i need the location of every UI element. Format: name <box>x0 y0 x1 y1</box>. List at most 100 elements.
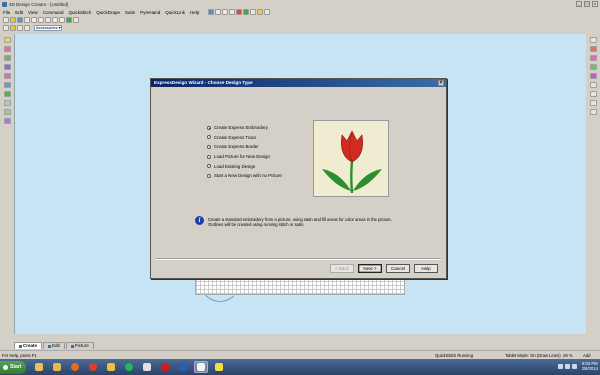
satin-tool-icon[interactable] <box>3 55 11 61</box>
taskbar-acrobat-icon[interactable] <box>158 361 172 373</box>
minimize-button[interactable]: _ <box>576 1 582 7</box>
radio-express-border[interactable] <box>207 144 211 149</box>
option-load-picture[interactable]: Load Picture for New Design <box>207 152 282 162</box>
color-d-icon[interactable] <box>589 64 597 70</box>
tray-flag-icon[interactable] <box>571 363 577 369</box>
save-icon[interactable] <box>17 17 23 23</box>
menu-satin[interactable]: Satin <box>125 10 135 15</box>
redo-icon[interactable] <box>59 17 65 23</box>
menu-command[interactable]: Command <box>43 10 64 15</box>
radio-load-existing[interactable] <box>207 164 211 169</box>
color-g-icon[interactable] <box>589 91 597 97</box>
copy-icon[interactable] <box>38 17 44 23</box>
grid-tool-icon[interactable] <box>215 9 222 15</box>
option-express-trace[interactable]: Create Express Trace <box>207 133 282 143</box>
create-tab-icon <box>19 344 22 348</box>
color-a-icon[interactable] <box>589 37 597 43</box>
trace-tool-icon[interactable] <box>3 91 11 97</box>
tab-picture[interactable]: Picture <box>65 342 94 349</box>
cancel-button[interactable]: Cancel <box>386 264 410 273</box>
option-express-border[interactable]: Create Express Border <box>207 142 282 152</box>
color-b-icon[interactable] <box>589 46 597 52</box>
radio-express-embroidery[interactable] <box>207 125 211 130</box>
line-tool-icon[interactable] <box>3 64 11 70</box>
view-tool-icon[interactable] <box>250 9 257 15</box>
shape-tool-icon[interactable] <box>3 73 11 79</box>
tray-network-icon[interactable] <box>557 363 563 369</box>
motif-tool-icon[interactable] <box>3 100 11 106</box>
go-tool-icon[interactable] <box>243 9 250 15</box>
pencil-tool-icon[interactable] <box>3 37 11 43</box>
taskbar-app-icon[interactable] <box>140 361 154 373</box>
color-h-icon[interactable] <box>589 100 597 106</box>
undo-icon[interactable] <box>52 17 58 23</box>
radio-no-picture[interactable] <box>207 173 211 178</box>
help-button[interactable]: Help <box>414 264 438 273</box>
menu-quickstitch[interactable]: QuickStitch <box>68 10 91 15</box>
option-no-picture[interactable]: Start a New Design with no Picture <box>207 171 282 181</box>
taskbar-firefox-icon[interactable] <box>68 361 82 373</box>
dialog-close-icon[interactable]: × <box>438 80 444 86</box>
stitch-tool-icon[interactable] <box>264 9 271 15</box>
background-icon[interactable] <box>24 25 30 31</box>
menu-help[interactable]: Help <box>190 10 199 15</box>
tab-edit[interactable]: Edit <box>43 342 65 349</box>
help-icon[interactable] <box>73 17 79 23</box>
taskbar-chrome-icon[interactable] <box>86 361 100 373</box>
menu-edit[interactable]: Edit <box>15 10 23 15</box>
menu-view[interactable]: View <box>28 10 38 15</box>
radio-load-picture[interactable] <box>207 154 211 159</box>
taskbar-explorer-icon[interactable] <box>50 361 64 373</box>
start-button[interactable]: Start <box>0 360 26 374</box>
next-button[interactable]: Next > <box>358 264 382 273</box>
back-button[interactable]: < Back <box>330 264 354 273</box>
info-icon: i <box>195 216 204 225</box>
taskbar-media-icon[interactable] <box>32 361 46 373</box>
menu-quickdrape[interactable]: QuickDrape <box>96 10 120 15</box>
maximize-button[interactable]: □ <box>584 1 590 7</box>
taskbar-folder-icon[interactable] <box>104 361 118 373</box>
color-tool-icon[interactable] <box>257 9 264 15</box>
taskbar-word-icon[interactable] <box>176 361 190 373</box>
applique-tool-icon[interactable] <box>3 109 11 115</box>
taskbar-clock[interactable]: 8:04 PM 2/8/2014 <box>582 361 598 371</box>
lettering-tool-icon[interactable] <box>3 82 11 88</box>
realistic-view-icon[interactable] <box>17 25 23 31</box>
print-icon[interactable] <box>24 17 30 23</box>
wizard-icon[interactable] <box>10 25 16 31</box>
option-load-existing[interactable]: Load Existing Design <box>207 161 282 171</box>
tab-create[interactable]: Create <box>14 342 43 349</box>
menu-quicklink[interactable]: QuickLink <box>165 10 185 15</box>
option-label: Start a New Design with no Picture <box>214 173 282 179</box>
pan-tool-icon[interactable] <box>229 9 236 15</box>
tab-edit-label: Edit <box>52 343 60 348</box>
zoom-tool-icon[interactable] <box>222 9 229 15</box>
fill-tool-icon[interactable] <box>3 46 11 52</box>
menu-pyrehand[interactable]: PyreHand <box>140 10 160 15</box>
border-tool-icon[interactable] <box>3 118 11 124</box>
stop-tool-icon[interactable] <box>236 9 243 15</box>
open-folder-icon[interactable] <box>10 17 16 23</box>
app-titlebar: 4D Design Creator - [Untitled] _ □ × <box>0 0 600 8</box>
status-help: For Help, press F1 <box>2 352 37 358</box>
select-tool-icon[interactable] <box>208 9 215 15</box>
tray-volume-icon[interactable] <box>564 363 570 369</box>
design-player-icon[interactable] <box>66 17 72 23</box>
option-express-embroidery[interactable]: Create Express Embroidery <box>207 123 282 133</box>
close-window-button[interactable]: × <box>592 1 598 7</box>
left-toolbox <box>0 34 14 334</box>
taskbar-4d-design-icon[interactable] <box>194 361 208 373</box>
color-i-icon[interactable] <box>589 109 597 115</box>
new-file-icon[interactable] <box>3 17 9 23</box>
accessories-dropdown[interactable]: Accessories ▾ <box>34 25 62 31</box>
color-c-icon[interactable] <box>589 55 597 61</box>
menu-file[interactable]: File <box>3 10 10 15</box>
cut-icon[interactable] <box>31 17 37 23</box>
hoop-icon[interactable] <box>3 25 9 31</box>
color-f-icon[interactable] <box>589 82 597 88</box>
color-e-icon[interactable] <box>589 73 597 79</box>
taskbar-embroidery-icon[interactable] <box>212 361 226 373</box>
paste-icon[interactable] <box>45 17 51 23</box>
taskbar-spotify-icon[interactable] <box>122 361 136 373</box>
radio-express-trace[interactable] <box>207 135 211 140</box>
